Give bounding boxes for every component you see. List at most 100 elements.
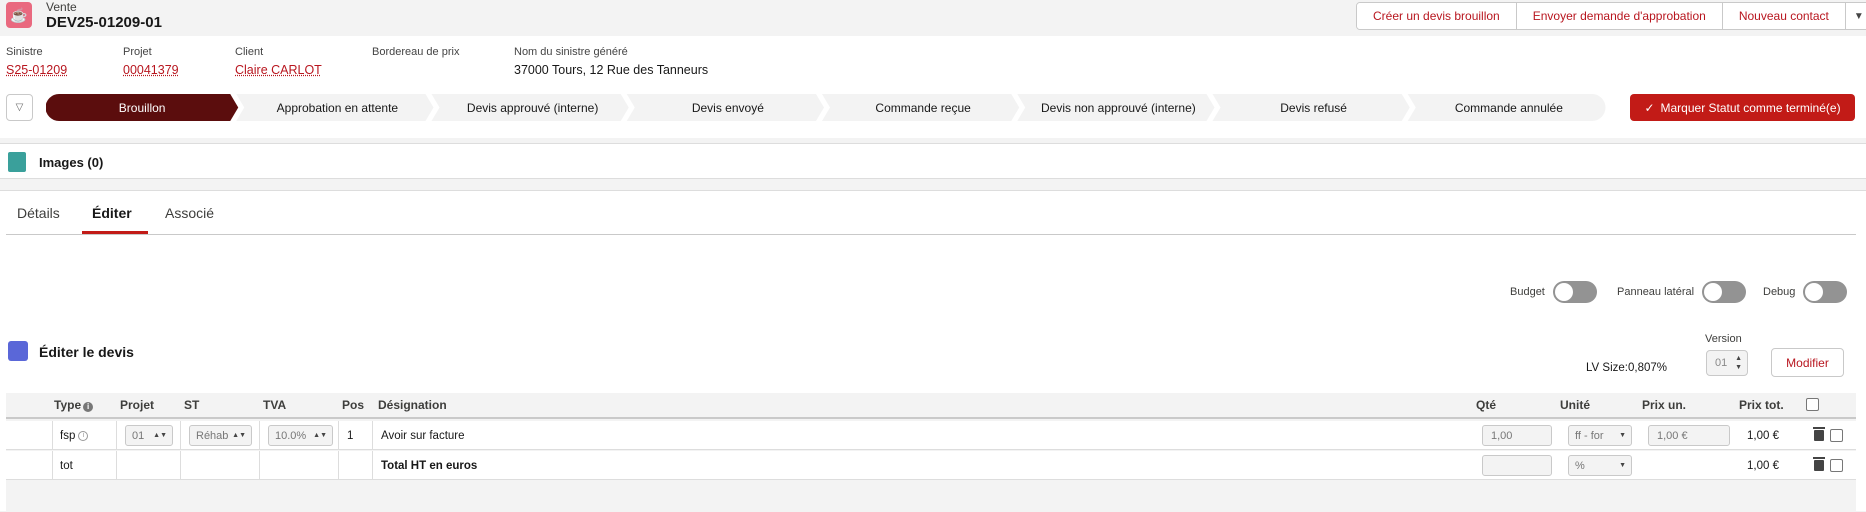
info-icon[interactable]: i: [78, 430, 89, 441]
cell-type: tot: [52, 451, 116, 480]
more-actions-chevron-down-icon[interactable]: ▼: [1845, 3, 1866, 29]
path-stages: Brouillon Approbation en attente Devis app…: [46, 94, 1606, 121]
image-file-icon: [8, 152, 26, 172]
quote-editor-icon: [8, 341, 28, 361]
side-panel-toggle-label: Panneau latéral: [1617, 286, 1695, 298]
highlight-client: Client Claire CARLOT: [235, 46, 322, 77]
chevron-down-icon: ▲▼: [313, 432, 327, 439]
cell-tva: 10.0% ▲▼: [259, 421, 338, 450]
debug-toggle[interactable]: [1803, 281, 1848, 303]
tva-select[interactable]: 10.0% ▲▼: [268, 425, 333, 446]
path-stage-label-6: Devis refusé: [1280, 101, 1347, 115]
qte-input[interactable]: [1482, 455, 1552, 476]
cell-unite: % ▼: [1568, 451, 1638, 480]
cell-actions: [1813, 421, 1856, 450]
version-select[interactable]: 01 ▲ ▼: [1706, 350, 1748, 376]
cell-st: [180, 451, 259, 480]
cell-prix-tot: 1,00 €: [1747, 459, 1779, 472]
highlight-projet: Projet 00041379: [123, 46, 179, 77]
record-tabs: Détails Éditer Associé: [6, 191, 1856, 235]
budget-toggle[interactable]: [1552, 281, 1597, 303]
header-tva: TVA: [263, 398, 287, 412]
budget-toggle-label: Budget: [1510, 286, 1545, 298]
version-stepper-icon[interactable]: ▲ ▼: [1735, 354, 1742, 372]
row-checkbox[interactable]: [1830, 429, 1843, 442]
chevron-down-icon: ▲▼: [153, 432, 167, 439]
lv-size-readout: LV Size:0,807%: [1586, 362, 1667, 374]
path-stage-label-1: Approbation en attente: [277, 101, 399, 115]
prix-un-input[interactable]: 1,00 €: [1648, 425, 1730, 446]
highlight-sinistre: Sinistre S25-01209: [6, 46, 67, 77]
version-value: 01: [1715, 357, 1728, 369]
cell-qte: 1,00: [1482, 421, 1562, 450]
cell-designation: Total HT en euros: [372, 451, 1472, 480]
unite-select[interactable]: % ▼: [1568, 455, 1632, 476]
path-collapse-chevron-down-icon[interactable]: ▽: [6, 94, 33, 121]
side-panel-toggle[interactable]: [1702, 281, 1747, 303]
nom-sinistre-value: 37000 Tours, 12 Rue des Tanneurs: [514, 63, 709, 77]
debug-toggle-label: Debug: [1763, 286, 1796, 298]
client-link[interactable]: Claire CARLOT: [235, 63, 322, 77]
cell-designation[interactable]: Avoir sur facture: [372, 421, 1472, 450]
table-header: Type i Projet ST TVA Pos Désignation Qté …: [6, 393, 1856, 419]
tab-associe[interactable]: Associé: [165, 191, 214, 235]
coffee-cup-icon: ☕: [6, 2, 32, 28]
cell-type: fsp i: [52, 421, 116, 450]
header-prix-tot: Prix tot.: [1739, 398, 1784, 412]
cell-projet: [116, 451, 180, 480]
delete-icon[interactable]: [1813, 427, 1825, 441]
qte-input[interactable]: 1,00: [1482, 425, 1552, 446]
side-panel-toggle-group: Panneau latéral: [1617, 281, 1747, 303]
header-designation: Désignation: [378, 398, 447, 412]
row-checkbox[interactable]: [1830, 459, 1843, 472]
header-unite: Unité: [1560, 398, 1590, 412]
highlight-label: Client: [235, 46, 264, 58]
highlight-bordereau: Bordereau de prix: [372, 46, 459, 63]
highlight-label: Sinistre: [6, 46, 43, 58]
images-card-title[interactable]: Images (0): [39, 155, 103, 170]
quote-lines-table: Type i Projet ST TVA Pos Désignation Qté …: [6, 393, 1856, 512]
tab-details[interactable]: Détails: [17, 191, 60, 235]
highlights-panel: Sinistre S25-01209 Projet 00041379 Clien…: [0, 36, 1866, 84]
tab-editer[interactable]: Éditer: [92, 191, 132, 235]
cell-pos: [338, 451, 372, 480]
budget-toggle-group: Budget: [1510, 281, 1597, 303]
cell-actions: [1813, 451, 1856, 480]
record-header: ☕ Vente DEV25-01209-01 Créer un devis br…: [0, 0, 1866, 36]
highlight-nom-sinistre: Nom du sinistre généré 37000 Tours, 12 R…: [514, 46, 708, 77]
highlight-label: Projet: [123, 46, 152, 58]
cell-prix-un: 1,00 €: [1648, 421, 1736, 450]
send-approval-request-button[interactable]: Envoyer demande d'approbation: [1516, 3, 1723, 29]
path-stage-label-4: Commande reçue: [875, 101, 971, 115]
cell-unite: ff - for ▼: [1568, 421, 1638, 450]
path-stage-label-2: Devis approuvé (interne): [467, 101, 598, 115]
projet-link[interactable]: 00041379: [123, 63, 179, 77]
st-select[interactable]: Réhab ▲▼: [189, 425, 252, 446]
cell-prix-un: [1648, 451, 1736, 480]
mark-status-complete-button[interactable]: ✓ Marquer Statut comme terminé(e): [1630, 94, 1855, 121]
create-draft-quote-button[interactable]: Créer un devis brouillon: [1357, 3, 1517, 29]
highlight-label: Nom du sinistre généré: [514, 46, 628, 58]
header-action-group: Créer un devis brouillon Envoyer demande…: [1356, 2, 1866, 30]
path-stage-label-7: Commande annulée: [1455, 101, 1563, 115]
header-projet: Projet: [120, 398, 155, 412]
table-row: tot Total HT en euros % ▼ 1,00 €: [6, 451, 1856, 480]
new-contact-button[interactable]: Nouveau contact: [1722, 3, 1846, 29]
modify-button[interactable]: Modifier: [1771, 348, 1844, 377]
cell-qte: [1482, 451, 1562, 480]
cell-projet: 01 ▲▼: [116, 421, 180, 450]
info-icon[interactable]: i: [83, 401, 94, 412]
cell-prix-tot: 1,00 €: [1747, 429, 1779, 442]
cell-tva: [259, 451, 338, 480]
header-qte: Qté: [1476, 398, 1497, 412]
sinistre-link[interactable]: S25-01209: [6, 63, 67, 77]
status-path: ▽ Brouillon Approbation en attente Devis a…: [0, 84, 1866, 138]
quote-editor-title: Éditer le devis: [39, 344, 134, 360]
select-all-checkbox[interactable]: [1806, 398, 1819, 411]
unite-select[interactable]: ff - for ▼: [1568, 425, 1632, 446]
debug-toggle-group: Debug: [1763, 281, 1848, 303]
header-st: ST: [184, 398, 200, 412]
version-label: Version: [1705, 333, 1742, 345]
delete-icon[interactable]: [1813, 457, 1825, 471]
projet-select[interactable]: 01 ▲▼: [125, 425, 173, 446]
